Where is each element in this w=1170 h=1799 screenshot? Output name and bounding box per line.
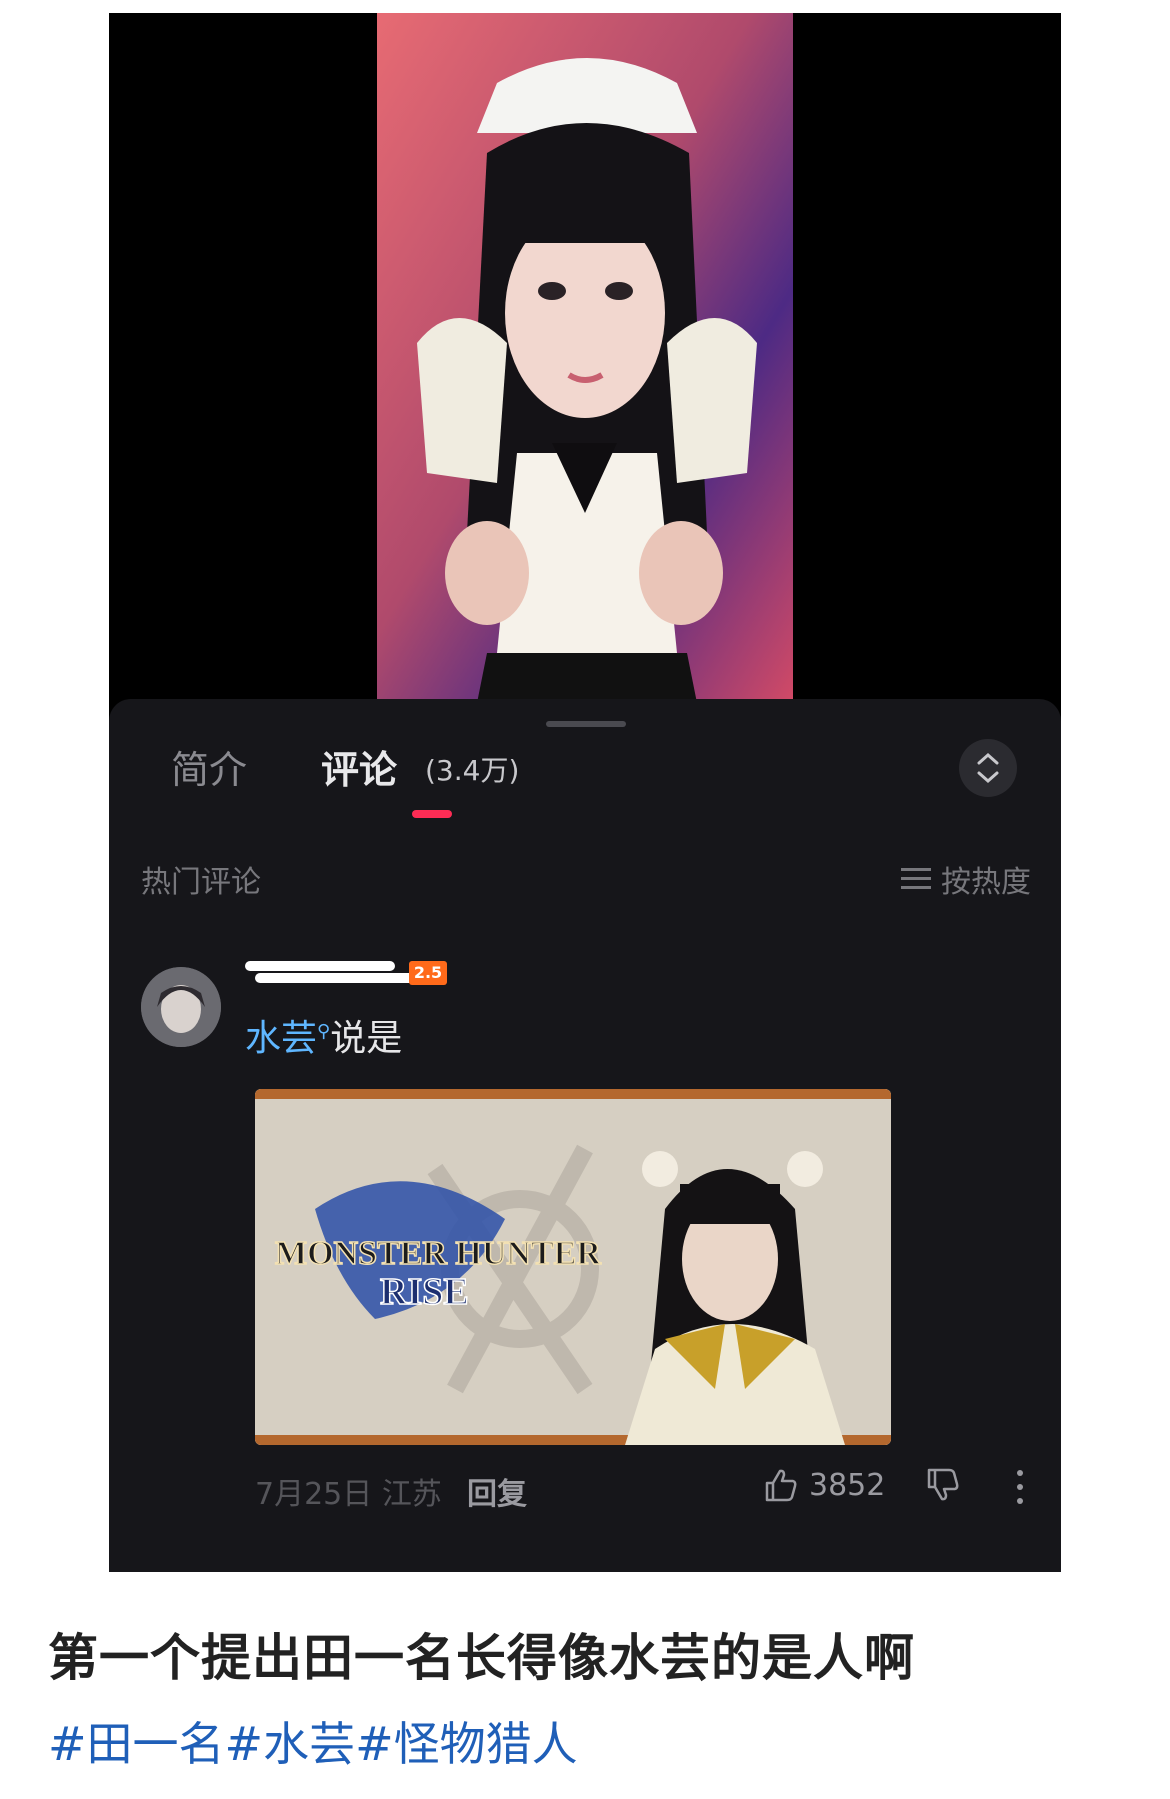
- menu-icon: [901, 868, 931, 889]
- video-illustration: [377, 13, 793, 703]
- tab-comments[interactable]: 评论: [321, 739, 397, 794]
- comment-count: (3.4万): [425, 754, 520, 787]
- monster-hunter-rise-image: MONSTER HUNTER RISE: [255, 1089, 891, 1445]
- like-button[interactable]: 3852: [763, 1467, 885, 1503]
- comment-image[interactable]: MONSTER HUNTER RISE: [255, 1089, 891, 1445]
- comment-location: 江苏: [381, 1477, 442, 1512]
- mention-link[interactable]: 水芸: [245, 1018, 317, 1059]
- more-options-icon[interactable]: [1015, 1469, 1025, 1505]
- avatar-image: [141, 967, 221, 1047]
- comment-body: 说是: [330, 1018, 403, 1059]
- post-hashtags[interactable]: #田一名#水芸#怪物猎人: [48, 1708, 578, 1774]
- thumbs-down-icon: [927, 1468, 959, 1501]
- logo-line2: RISE: [380, 1271, 469, 1313]
- chevron-up-down-icon: [977, 752, 999, 784]
- reply-button[interactable]: 回复: [467, 1469, 527, 1513]
- dislike-button[interactable]: [925, 1467, 961, 1507]
- sort-label: 按热度: [941, 865, 1031, 900]
- user-level-badge: 2.5: [409, 961, 447, 985]
- thumbs-up-icon: [765, 1469, 797, 1502]
- screenshot: 简介 评论 (3.4万) 热门评论 按热度 2.5 水芸⚲说是 MONSTER …: [109, 13, 1061, 1572]
- sort-button[interactable]: 按热度: [901, 857, 1031, 901]
- avatar[interactable]: [141, 967, 221, 1047]
- expand-button[interactable]: [959, 739, 1017, 797]
- comment-text: 水芸⚲说是: [245, 1009, 402, 1061]
- drag-handle[interactable]: [546, 721, 626, 727]
- username-redacted[interactable]: [245, 959, 425, 985]
- comment-meta: 7月25日 江苏: [255, 1469, 442, 1513]
- video-player[interactable]: [109, 13, 1061, 703]
- active-tab-indicator: [412, 810, 452, 818]
- tab-intro[interactable]: 简介: [171, 739, 247, 794]
- video-frame: [377, 13, 793, 703]
- logo-line1: MONSTER HUNTER: [275, 1235, 601, 1272]
- like-count: 3852: [809, 1467, 886, 1503]
- post-caption: 第一个提出田一名长得像水芸的是人啊: [48, 1629, 915, 1687]
- search-icon: ⚲: [317, 1021, 331, 1042]
- comment-date: 7月25日: [255, 1477, 373, 1512]
- section-title: 热门评论: [141, 865, 261, 900]
- comments-sheet: 简介 评论 (3.4万) 热门评论 按热度 2.5 水芸⚲说是 MONSTER …: [109, 699, 1061, 1572]
